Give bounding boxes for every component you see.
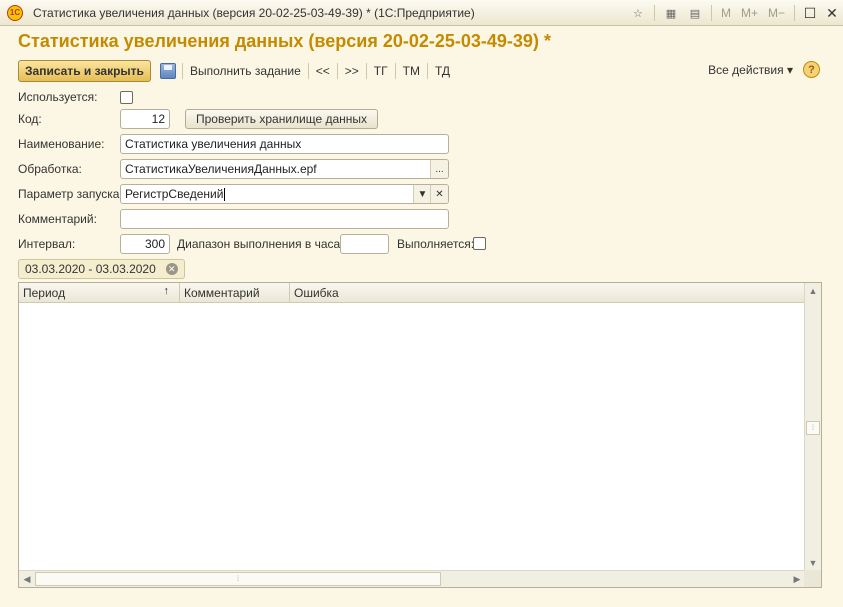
processing-value: СтатистикаУвеличенияДанных.epf bbox=[125, 162, 317, 176]
processing-label: Обработка: bbox=[18, 162, 82, 176]
param-label: Параметр запуска: bbox=[18, 187, 123, 201]
memory-minus-button[interactable]: M− bbox=[768, 6, 785, 20]
save-icon[interactable] bbox=[159, 63, 176, 79]
running-checkbox[interactable] bbox=[473, 237, 486, 250]
param-field[interactable]: РегистрСведений ▼ ✕ bbox=[120, 184, 449, 204]
sort-ascending-icon[interactable]: ↑ bbox=[164, 285, 170, 297]
param-value: РегистрСведений bbox=[125, 187, 224, 201]
scroll-thumb[interactable]: ⁞ bbox=[806, 421, 820, 435]
select-file-button[interactable]: ... bbox=[430, 160, 448, 178]
next-button[interactable]: >> bbox=[344, 64, 360, 78]
window-titlebar: 1С Статистика увеличения данных (версия … bbox=[0, 0, 843, 26]
column-label: Комментарий bbox=[184, 286, 260, 300]
all-actions-menu[interactable]: Все действия ▾ bbox=[708, 63, 793, 77]
divider bbox=[426, 63, 428, 79]
processing-field[interactable]: СтатистикаУвеличенияДанных.epf ... bbox=[120, 159, 449, 179]
used-checkbox[interactable] bbox=[120, 91, 133, 104]
divider bbox=[710, 5, 712, 21]
column-label: Период bbox=[23, 286, 66, 300]
text-cursor bbox=[224, 187, 226, 201]
interval-label: Интервал: bbox=[18, 237, 76, 251]
close-icon[interactable]: ✕ bbox=[821, 4, 843, 22]
clear-period-icon[interactable]: ✕ bbox=[165, 263, 178, 275]
running-label: Выполняется: bbox=[397, 237, 475, 251]
scroll-down-icon[interactable]: ▼ bbox=[805, 555, 821, 571]
range-hours-label: Диапазон выполнения в часах: bbox=[177, 237, 350, 251]
scroll-corner bbox=[804, 570, 821, 587]
calendar-icon[interactable]: ▤ bbox=[687, 5, 703, 21]
column-header-period[interactable]: Период ↑ bbox=[19, 283, 180, 303]
memory-plus-button[interactable]: M+ bbox=[741, 6, 758, 20]
divider bbox=[794, 5, 795, 21]
range-hours-field[interactable] bbox=[340, 234, 389, 254]
divider bbox=[307, 63, 309, 79]
horizontal-scrollbar[interactable]: ◀ ⁞ ▶ bbox=[19, 570, 805, 587]
column-label: Ошибка bbox=[294, 286, 339, 300]
used-label: Используется: bbox=[18, 90, 98, 104]
name-label: Наименование: bbox=[18, 137, 105, 151]
divider bbox=[336, 63, 338, 79]
column-header-comment[interactable]: Комментарий bbox=[180, 283, 290, 303]
tm-button[interactable]: ТМ bbox=[402, 64, 421, 78]
check-storage-button[interactable]: Проверить хранилище данных bbox=[185, 109, 379, 129]
title-tools: ☆ ▦ ▤ M M+ M− ☐ ✕ bbox=[626, 3, 843, 23]
clear-field-icon[interactable]: ✕ bbox=[430, 185, 448, 203]
help-icon[interactable]: ? bbox=[803, 61, 820, 78]
divider bbox=[365, 63, 367, 79]
prev-button[interactable]: << bbox=[315, 64, 331, 78]
command-bar: Записать и закрыть Выполнить задание << … bbox=[18, 59, 823, 83]
hscroll-thumb[interactable]: ⁞ bbox=[35, 572, 441, 586]
favorites-star-icon[interactable]: ☆ bbox=[630, 5, 646, 21]
comment-field[interactable] bbox=[120, 209, 449, 229]
code-label: Код: bbox=[18, 112, 42, 126]
column-header-error[interactable]: Ошибка bbox=[290, 283, 805, 303]
scroll-right-icon[interactable]: ▶ bbox=[789, 571, 805, 587]
divider bbox=[653, 5, 655, 21]
comment-label: Комментарий: bbox=[18, 212, 97, 226]
maximize-icon[interactable]: ☐ bbox=[799, 4, 821, 22]
run-task-button[interactable]: Выполнить задание bbox=[189, 64, 302, 78]
table-header: Период ↑ Комментарий Ошибка bbox=[19, 283, 805, 303]
scroll-up-icon[interactable]: ▲ bbox=[805, 283, 821, 299]
name-field[interactable]: Статистика увеличения данных bbox=[120, 134, 449, 154]
td-button[interactable]: ТД bbox=[434, 64, 451, 78]
divider bbox=[181, 63, 183, 79]
tg-button[interactable]: ТГ bbox=[373, 64, 389, 78]
save-and-close-button[interactable]: Записать и закрыть bbox=[18, 60, 151, 82]
statistics-table[interactable]: Период ↑ Комментарий Ошибка ▲ ⁞ ▼ ◀ ⁞ ▶ bbox=[18, 282, 822, 588]
period-filter[interactable]: 03.03.2020 - 03.03.2020 ✕ bbox=[18, 259, 185, 279]
vertical-scrollbar[interactable]: ▲ ⁞ ▼ bbox=[804, 283, 821, 571]
page-title: Статистика увеличения данных (версия 20-… bbox=[18, 31, 551, 51]
period-value: 03.03.2020 - 03.03.2020 bbox=[25, 262, 156, 276]
app-logo-icon[interactable]: 1С bbox=[7, 4, 23, 21]
dropdown-arrow-icon[interactable]: ▼ bbox=[413, 185, 431, 203]
interval-field[interactable]: 300 bbox=[120, 234, 170, 254]
memory-m-button[interactable]: M bbox=[721, 6, 731, 20]
window-title: Статистика увеличения данных (версия 20-… bbox=[33, 5, 475, 20]
calculator-icon[interactable]: ▦ bbox=[663, 5, 679, 21]
divider bbox=[394, 63, 396, 79]
code-field[interactable]: 12 bbox=[120, 109, 170, 129]
scroll-left-icon[interactable]: ◀ bbox=[19, 571, 35, 587]
